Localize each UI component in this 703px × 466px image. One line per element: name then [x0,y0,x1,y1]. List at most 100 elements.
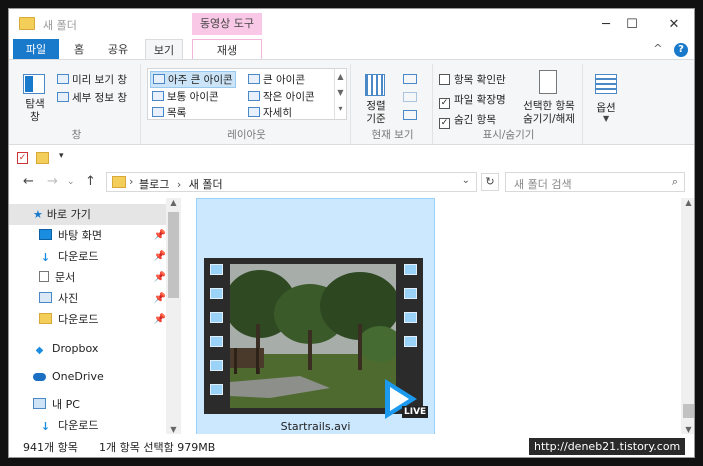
sort-icon [365,74,385,96]
star-icon: ★ [33,208,43,221]
film-hole [210,336,223,347]
nav-item-this-pc[interactable]: 내 PC [9,394,166,415]
layout-small-icons[interactable]: 작은 아이콘 [248,89,315,104]
pane-group-label: 창 [71,129,82,141]
ribbon-tabs: 파일 홈 공유 보기 재생 ^ ? [9,39,694,60]
nav-item-desktop[interactable]: 바탕 화면 📌 [9,225,166,246]
nav-label: Dropbox [52,342,99,355]
collapse-ribbon-icon[interactable]: ^ [653,42,662,55]
scroll-up-icon[interactable]: ▲ [681,198,694,207]
nav-label: 바로 가기 [46,208,91,221]
file-extensions-toggle[interactable]: ✓ 파일 확장명 [439,92,506,109]
address-row: ← → ⌄ ↑ › 블로그 › 새 폴더 ⌄ ↻ 새 폴더 검색 ⌕ [9,170,694,194]
scroll-down-icon[interactable]: ▼ [681,425,694,434]
scroll-down-icon[interactable]: ▼ [166,425,181,434]
current-view-group-label: 현재 보기 [371,129,414,141]
layout-scroll[interactable]: ▲ ▼ ▾ [334,69,346,119]
film-hole [404,288,417,299]
hide-selected-button[interactable]: 선택한 항목 숨기기/해제 [517,100,581,126]
content-scrollbar[interactable]: ▲ ▼ [681,198,694,434]
layout-medium-icons[interactable]: 보통 아이콘 [152,89,219,104]
pane-group: 탐색 창 미리 보기 창 세부 정보 창 창 [13,64,141,144]
tab-home[interactable]: 홈 [65,39,93,60]
breadcrumb-separator: › [176,178,182,191]
tab-play[interactable]: 재생 [192,39,262,60]
pin-icon[interactable]: 📌 [154,246,166,267]
pin-icon[interactable]: 📌 [154,225,166,246]
breadcrumb-item-current[interactable]: 새 폴더 [189,178,223,191]
nav-item-documents[interactable]: 문서 📌 [9,267,166,288]
watermark: http://deneb21.tistory.com [529,438,686,455]
nav-item-onedrive[interactable]: OneDrive [9,366,166,387]
layout-list[interactable]: 목록 [152,105,186,120]
close-button[interactable]: ✕ [652,14,694,36]
nav-item-quick-access[interactable]: ★ 바로 가기 [9,204,166,225]
nav-pane-button[interactable]: 탐색 창 [20,98,50,124]
properties-icon[interactable]: ✓ [17,152,28,164]
search-icon[interactable]: ⌕ [672,175,678,189]
back-arrow-icon[interactable]: ← [23,174,34,189]
size-columns-icon[interactable] [403,110,417,120]
address-bar[interactable]: › 블로그 › 새 폴더 ⌄ [106,172,477,192]
up-arrow-icon[interactable]: ↑ [85,174,96,189]
forward-arrow-icon[interactable]: → [47,174,58,189]
window-title: 새 폴더 [43,19,77,32]
search-placeholder: 새 폴더 검색 [514,178,572,191]
navigation-pane: ★ 바로 가기 바탕 화면 📌 ↓ 다운로드 📌 문서 📌 사진 📌 다운로드 📌 ◆ Drop… [9,198,181,434]
tab-share[interactable]: 공유 [101,39,135,60]
pin-icon[interactable]: 📌 [154,267,166,288]
sort-by-button[interactable]: 정렬 기준 [359,100,393,126]
breadcrumb: 블로그 › 새 폴더 [139,176,223,192]
layout-large-icons[interactable]: 큰 아이콘 [248,72,305,87]
scroll-up-icon[interactable]: ▲ [166,198,181,207]
nav-item-pictures[interactable]: 사진 📌 [9,288,166,309]
nav-item-downloads-folder[interactable]: 다운로드 📌 [9,309,166,330]
nav-scroll-thumb[interactable] [168,212,179,298]
group-by-icon[interactable] [403,74,417,84]
nav-item-pc-downloads[interactable]: ↓ 다운로드 [9,415,166,436]
content-scroll-thumb[interactable] [683,404,694,418]
file-item[interactable]: LIVE Startrails.avi [196,198,435,436]
customize-qat-icon[interactable]: ▾ [59,151,64,161]
tab-file[interactable]: 파일 [13,39,59,60]
download-icon: ↓ [40,420,51,433]
add-columns-icon[interactable] [403,92,417,102]
address-dropdown-icon[interactable]: ⌄ [462,175,470,186]
layout-group-label: 레이아웃 [227,129,266,141]
layout-details[interactable]: 자세히 [248,105,292,120]
layout-extra-large-icons[interactable]: 아주 큰 아이콘 [150,71,236,88]
preview-pane-button[interactable]: 미리 보기 창 [57,72,127,87]
pin-icon[interactable]: 📌 [154,288,166,309]
checkbox-unchecked-icon [439,74,450,85]
nav-item-dropbox[interactable]: ◆ Dropbox [9,338,166,359]
pin-icon[interactable]: 📌 [154,309,166,330]
nav-label: 바탕 화면 [58,229,102,242]
details-pane-button[interactable]: 세부 정보 창 [57,90,127,105]
options-dropdown-icon[interactable]: ▼ [603,114,609,123]
refresh-icon[interactable]: ↻ [481,173,499,191]
nav-item-downloads[interactable]: ↓ 다운로드 📌 [9,246,166,267]
breadcrumb-item-blog[interactable]: 블로그 [139,178,169,191]
dropbox-icon: ◆ [35,345,44,356]
options-button[interactable]: 옵션 [587,100,625,115]
new-folder-icon[interactable] [36,152,49,164]
nav-scrollbar[interactable]: ▲ ▼ [166,198,181,434]
contextual-tab-label: 동영상 도구 [192,13,262,35]
tab-view[interactable]: 보기 [145,39,183,60]
search-box[interactable]: 새 폴더 검색 ⌕ [505,172,685,192]
layout-label: 보통 아이콘 [167,91,219,103]
film-hole [404,264,417,275]
layout-label: 아주 큰 아이콘 [168,74,233,86]
options-icon [595,74,617,94]
status-bar: 941개 항목 1개 항목 선택함 979MB http://deneb21.t… [9,434,694,457]
checkbox-label: 숨긴 항목 [454,114,496,126]
extra-large-icons-icon [153,74,165,84]
recent-locations-icon[interactable]: ⌄ [67,177,75,187]
nav-label: OneDrive [52,370,104,383]
help-icon[interactable]: ? [674,43,688,57]
item-checkboxes-toggle[interactable]: 항목 확인란 [439,72,506,87]
maximize-button[interactable]: ☐ [610,14,654,36]
film-hole [210,264,223,275]
layout-label: 목록 [167,107,187,119]
cloud-icon [33,373,46,381]
